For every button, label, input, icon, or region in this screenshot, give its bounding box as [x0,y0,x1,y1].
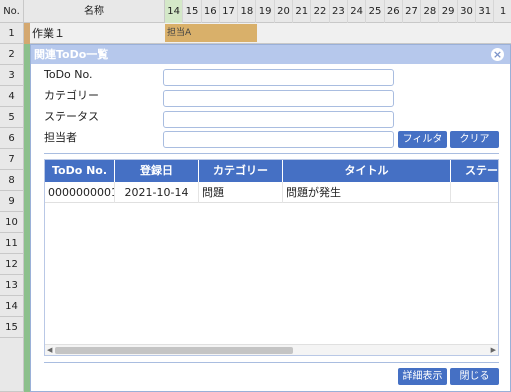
row-number: 9 [0,191,24,212]
row-number: 5 [0,107,24,128]
related-todo-dialog: 関連ToDo一覧 × ToDo No. カテゴリー ステータス 担当者 フィルタ… [30,44,511,392]
footer-divider [44,362,499,363]
row-number: 7 [0,149,24,170]
scroll-left-icon[interactable]: ◀ [47,345,52,355]
assignee-input[interactable] [163,131,394,148]
sheet-row[interactable] [24,23,511,44]
category-input[interactable] [163,90,394,107]
day-header: 28 [421,0,440,23]
column-header-category[interactable]: カテゴリー [199,160,283,182]
row-number: 15 [0,317,24,338]
day-header: 23 [330,0,348,23]
row-color-marker [24,23,30,44]
day-header: 27 [403,0,422,23]
day-header: 30 [458,0,477,23]
row-number: 6 [0,128,24,149]
clear-button[interactable]: クリア [450,131,499,148]
day-header: 19 [257,0,275,23]
day-header: 1 [494,0,511,23]
task-name[interactable]: 作業１ [32,23,65,44]
day-header: 18 [238,0,257,23]
assignee-label: 担当者 [44,131,77,144]
row-number: 14 [0,296,24,317]
todo-no-label: ToDo No. [44,68,93,81]
day-header: 25 [366,0,385,23]
row-number: 12 [0,254,24,275]
cell-todo-no: 0000000001 [45,182,115,203]
row-number: 10 [0,212,24,233]
cell-title: 問題が発生 [283,182,451,203]
table-row[interactable]: 0000000001 2021-10-14 問題 問題が発生 未着手 [45,182,498,203]
scroll-right-icon[interactable]: ▶ [491,345,496,355]
dialog-title: 関連ToDo一覧 [34,48,109,61]
scrollbar-thumb[interactable] [55,347,293,354]
dialog-titlebar[interactable]: 関連ToDo一覧 × [31,45,510,64]
row-number: 8 [0,170,24,191]
day-header: 24 [348,0,367,23]
day-header: 20 [275,0,294,23]
cell-category: 問題 [199,182,283,203]
day-header: 29 [440,0,458,23]
status-input[interactable] [163,111,394,128]
header-no: No. [0,0,24,23]
day-header: 16 [202,0,220,23]
header-name: 名称 [24,0,165,23]
cell-status: 未着手 [451,182,498,203]
row-number: 1 [0,23,24,44]
status-label: ステータス [44,110,99,123]
row-number-filler [0,338,24,392]
row-number: 11 [0,233,24,254]
todo-table: ToDo No. 登録日 カテゴリー タイトル ステータス 0000000001… [44,159,499,356]
column-header-date[interactable]: 登録日 [115,160,199,182]
horizontal-scrollbar[interactable]: ◀ ▶ [45,344,498,355]
column-header-status[interactable]: ステータス [451,160,498,182]
close-button[interactable]: 閉じる [450,368,499,385]
filter-button[interactable]: フィルタ [398,131,447,148]
day-header: 21 [293,0,312,23]
column-header-todo-no[interactable]: ToDo No. [45,160,115,182]
row-number: 2 [0,44,24,65]
row-number: 3 [0,65,24,86]
day-header: 26 [385,0,403,23]
day-header: 31 [476,0,495,23]
table-header: ToDo No. 登録日 カテゴリー タイトル ステータス [45,160,498,182]
category-label: カテゴリー [44,89,99,102]
sheet-header: No. 名称 14 15 16 17 18 19 20 21 22 23 24 … [0,0,511,23]
divider [44,153,499,154]
day-header: 14 [165,0,184,23]
day-header: 17 [220,0,239,23]
cell-date: 2021-10-14 [115,182,199,203]
column-header-title[interactable]: タイトル [283,160,451,182]
row-number: 4 [0,86,24,107]
todo-no-input[interactable] [163,69,394,86]
row-number: 13 [0,275,24,296]
detail-button[interactable]: 詳細表示 [398,368,447,385]
day-header: 22 [311,0,330,23]
day-header: 15 [183,0,202,23]
close-icon[interactable]: × [491,48,504,61]
gantt-bar[interactable]: 担当A [165,24,257,42]
